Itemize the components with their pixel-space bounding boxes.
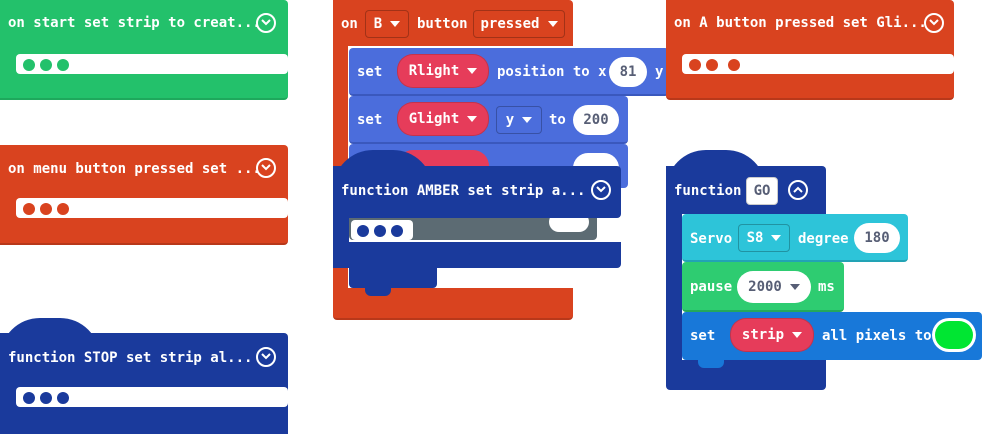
function-amber-label: function AMBER set strip a...: [341, 183, 586, 199]
ellipsis-dot-icon: [57, 203, 69, 215]
chevron-down-icon[interactable]: [256, 13, 276, 33]
function-stop-block[interactable]: function STOP set strip al...: [0, 333, 288, 434]
variable-rlight-dropdown[interactable]: Rlight: [397, 54, 489, 88]
on-a-button-block[interactable]: on A button pressed set Gli...: [666, 0, 954, 100]
on-a-label: on A button pressed set Gli...: [674, 15, 927, 31]
ellipsis-dot-icon: [57, 59, 69, 71]
set-rlight-position-block[interactable]: set Rlight position to x 81 y: [349, 48, 669, 96]
function-name-value: GO: [753, 183, 771, 199]
servo-label: Servo: [690, 231, 733, 247]
set-label: set: [357, 64, 383, 80]
to-label: to: [549, 112, 566, 128]
collapsed-ellipsis[interactable]: [16, 54, 288, 74]
on-start-block[interactable]: on start set strip to creat...: [0, 0, 288, 100]
servo-degree-input[interactable]: 180: [854, 223, 900, 253]
block-notch: [365, 288, 391, 296]
ellipsis-dot-icon: [374, 225, 386, 237]
all-pixels-to-label: all pixels to: [822, 328, 932, 344]
function-amber-block[interactable]: function AMBER set strip a...: [333, 166, 621, 218]
color-swatch-fill: [935, 321, 973, 349]
pause-label: pause: [690, 279, 733, 295]
servo-pin-value: S8: [746, 230, 764, 246]
event-select-value: pressed: [480, 16, 540, 32]
servo-pin-dropdown[interactable]: S8: [738, 224, 790, 252]
ellipsis-dot-icon: [728, 59, 740, 71]
position-to-x-label: position to x: [497, 64, 607, 80]
ellipsis-dot-icon: [40, 203, 52, 215]
set-all-pixels-block[interactable]: set strip all pixels to: [682, 312, 982, 368]
set-label: set: [690, 328, 716, 344]
glight-value-input[interactable]: 200: [573, 105, 619, 135]
variable-glight-name: Glight: [408, 111, 460, 127]
set-label: set: [357, 112, 383, 128]
caret-down-icon: [467, 68, 478, 74]
function-stop-label: function STOP set strip al...: [8, 350, 253, 366]
axis-value: y: [505, 112, 515, 128]
variable-glight-dropdown[interactable]: Glight: [397, 102, 489, 136]
function-amber-footer: [333, 242, 621, 268]
on-menu-block[interactable]: on menu button pressed set ...: [0, 145, 288, 245]
chevron-down-icon[interactable]: [924, 13, 944, 33]
ellipsis-dot-icon: [23, 203, 35, 215]
caret-down-icon: [467, 116, 478, 122]
pause-unit-label: ms: [818, 279, 835, 295]
chevron-down-icon[interactable]: [256, 158, 276, 178]
button-select-dropdown[interactable]: B: [365, 10, 409, 38]
caret-down-icon: [390, 21, 401, 27]
caret-down-icon: [792, 332, 803, 338]
variable-rlight-name: Rlight: [408, 63, 460, 79]
servo-block[interactable]: Servo S8 degree 180: [682, 214, 908, 262]
y-label: y: [655, 64, 664, 80]
set-glight-block[interactable]: set Glight y to 200: [349, 96, 628, 144]
collapsed-ellipsis[interactable]: [16, 198, 288, 218]
pause-duration-dropdown[interactable]: 2000: [737, 271, 811, 303]
chevron-down-icon[interactable]: [591, 180, 611, 200]
chevron-down-icon[interactable]: [256, 347, 276, 367]
on-b-button-label: button: [417, 16, 468, 32]
caret-down-icon: [771, 235, 782, 241]
on-start-label: on start set strip to creat...: [8, 15, 261, 31]
ellipsis-dot-icon: [23, 392, 35, 404]
variable-strip-name: strip: [741, 327, 785, 343]
ellipsis-dot-icon: [23, 59, 35, 71]
collapsed-ellipsis[interactable]: [16, 387, 288, 407]
ellipsis-dot-icon: [357, 225, 369, 237]
color-swatch-picker[interactable]: [932, 318, 976, 352]
ellipsis-dot-icon: [57, 392, 69, 404]
caret-down-icon: [547, 21, 558, 27]
collapsed-ellipsis[interactable]: [682, 54, 954, 74]
variable-strip-dropdown[interactable]: strip: [730, 318, 814, 352]
x-value-input[interactable]: 81: [609, 57, 647, 87]
ellipsis-dot-icon: [706, 59, 718, 71]
caret-down-icon: [522, 117, 533, 123]
ellipsis-dot-icon: [40, 392, 52, 404]
chevron-up-icon[interactable]: [788, 180, 808, 200]
pause-block[interactable]: pause 2000 ms: [682, 262, 844, 312]
collapsed-ellipsis[interactable]: [351, 220, 413, 240]
on-menu-label: on menu button pressed set ...: [8, 161, 261, 177]
ellipsis-dot-icon: [689, 59, 701, 71]
caret-down-icon: [789, 284, 800, 290]
button-select-value: B: [373, 16, 383, 32]
ellipsis-dot-icon: [391, 225, 403, 237]
servo-degree-label: degree: [798, 231, 849, 247]
ellipsis-dot-icon: [40, 59, 52, 71]
block-notch: [698, 360, 724, 368]
function-keyword-label: function: [674, 183, 742, 199]
pause-duration-value: 2000: [748, 279, 782, 295]
axis-select-dropdown[interactable]: y: [496, 106, 542, 134]
function-name-input[interactable]: GO: [746, 177, 778, 205]
event-select-dropdown[interactable]: pressed: [473, 10, 565, 38]
on-b-on-label: on: [341, 16, 358, 32]
